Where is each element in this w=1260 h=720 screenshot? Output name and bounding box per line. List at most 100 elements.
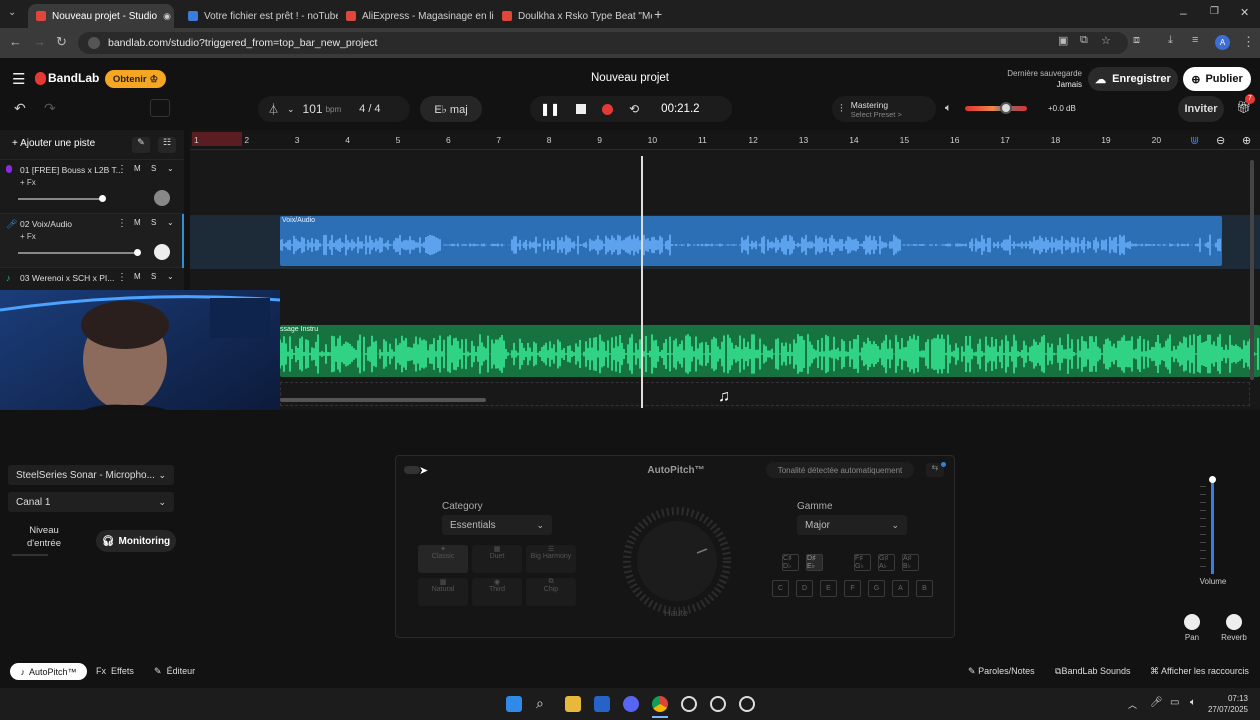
pan-knob[interactable] xyxy=(154,190,170,206)
screen-share-icon[interactable]: ▣ xyxy=(1058,34,1068,47)
invite-button[interactable]: Inviter xyxy=(1178,96,1224,122)
save-button[interactable]: ☁ Enregistrer xyxy=(1088,67,1178,91)
site-info-icon[interactable] xyxy=(88,37,100,49)
tab-effects[interactable]: Fx Effets xyxy=(96,666,134,676)
master-volume-slider[interactable] xyxy=(965,106,1027,111)
preset-natural[interactable]: ▩ Natural xyxy=(418,578,468,606)
bpm-value[interactable]: 101 xyxy=(303,102,323,116)
profile-avatar[interactable]: A xyxy=(1215,35,1230,50)
timeline-ruler[interactable]: 1 2 3 4 5 6 7 8 9 10 11 12 13 14 15 16 17 18 19 20 xyxy=(190,130,1260,150)
minimize-icon[interactable]: – xyxy=(1180,6,1187,20)
chevron-up-icon[interactable]: ︿ xyxy=(1128,698,1137,711)
note-button[interactable]: A xyxy=(892,580,909,597)
solo-button[interactable]: S xyxy=(151,164,156,173)
stop-icon[interactable] xyxy=(576,104,587,114)
note-button[interactable]: F♯ G♭ xyxy=(854,554,871,571)
cast-icon[interactable]: ⧉ xyxy=(1080,34,1088,47)
bar-number[interactable]: 2 xyxy=(244,135,249,145)
vertical-scrollbar[interactable] xyxy=(1250,160,1254,380)
bar-number[interactable]: 3 xyxy=(295,135,300,145)
arrangement-view[interactable]: 1 2 3 4 5 6 7 8 9 10 11 12 13 14 15 16 17 18 19 20 ⋓ ⊖ ⊕ Vo… xyxy=(190,130,1260,410)
mute-button[interactable]: M xyxy=(134,218,141,227)
publish-button[interactable]: ⊕ Publier xyxy=(1183,67,1251,91)
input-device-select[interactable]: SteelSeries Sonar - Micropho... ⌄ xyxy=(8,465,174,485)
bookmark-star-icon[interactable]: ☆ xyxy=(1101,34,1111,47)
track-volume-slider[interactable] xyxy=(18,252,138,254)
sounds-button[interactable]: ⧉BandLab Sounds xyxy=(1055,666,1131,677)
bar-number[interactable]: 8 xyxy=(547,135,552,145)
preset-third[interactable]: ◉ Third xyxy=(472,578,522,606)
settings-icon[interactable] xyxy=(739,696,755,712)
tab-aliexpress[interactable]: AliExpress - Magasinage en lign ✕ xyxy=(338,4,494,28)
zoom-in-icon[interactable]: ⊕ xyxy=(1242,134,1251,147)
add-fx-button[interactable]: + Fx xyxy=(20,232,36,241)
chevron-down-icon[interactable]: ⌄ xyxy=(167,164,174,173)
record-panel-icon[interactable] xyxy=(150,99,170,117)
zoom-out-icon[interactable]: ⊖ xyxy=(1216,134,1225,147)
note-button[interactable]: D♯ E♭ xyxy=(806,554,823,571)
note-button[interactable]: D xyxy=(796,580,813,597)
vocal-clip[interactable]: Voix/Audio xyxy=(280,216,1222,266)
pan-knob[interactable] xyxy=(1184,614,1200,630)
lyrics-button[interactable]: ✎ Paroles/Notes xyxy=(968,666,1035,677)
maximize-icon[interactable]: ❐ xyxy=(1210,6,1219,17)
time-signature[interactable]: 4 / 4 xyxy=(359,103,380,115)
channel-select[interactable]: Canal 1 ⌄ xyxy=(8,492,174,512)
snap-magnet-icon[interactable]: ⋓ xyxy=(1190,134,1199,147)
slider-handle[interactable] xyxy=(134,249,141,256)
chrome-icon[interactable] xyxy=(652,696,668,712)
horizontal-scrollbar[interactable] xyxy=(280,398,486,402)
add-music-icon[interactable]: ♫ xyxy=(718,388,730,406)
amount-knob[interactable] xyxy=(622,506,732,616)
reverb-knob[interactable] xyxy=(1226,614,1242,630)
volume-fader[interactable] xyxy=(1196,476,1230,576)
media-icon[interactable]: ≡ xyxy=(1192,34,1198,46)
preset-classic[interactable]: ✦ Classic xyxy=(418,545,468,573)
playhead[interactable] xyxy=(641,156,643,408)
extensions-icon[interactable]: ⧈ xyxy=(1133,34,1140,47)
track-row[interactable]: 🎤︎ 02 Voix/Audio + Fx ⋮ M S ⌄ xyxy=(0,214,184,268)
note-button[interactable]: A♯ B♭ xyxy=(902,554,919,571)
note-button[interactable]: C♯ D♭ xyxy=(782,554,799,571)
bar-number[interactable]: 20 xyxy=(1152,135,1161,145)
note-button[interactable]: G xyxy=(868,580,885,597)
track-options-icon[interactable]: ⋮ xyxy=(117,164,127,175)
pen-icon[interactable]: ✎ xyxy=(132,137,150,153)
speaker-icon[interactable]: 🔈︎ xyxy=(945,102,952,115)
reload-icon[interactable]: ↻ xyxy=(56,34,67,50)
mute-button[interactable]: M xyxy=(134,164,141,173)
preset-chip[interactable]: ⧉ Chip xyxy=(526,578,576,606)
get-membership-button[interactable]: Obtenir ♔ xyxy=(105,70,166,88)
chevron-down-icon[interactable]: ⌄ xyxy=(287,104,295,115)
bar-number[interactable]: 18 xyxy=(1051,135,1060,145)
bar-number[interactable]: 14 xyxy=(849,135,858,145)
volume-icon[interactable]: 🔈︎ xyxy=(1190,697,1196,708)
search-icon[interactable]: ⌕ xyxy=(536,695,552,711)
note-button[interactable]: E xyxy=(820,580,837,597)
slider-handle[interactable] xyxy=(99,195,106,202)
shortcuts-button[interactable]: ⌘ Afficher les raccourcis xyxy=(1150,666,1249,677)
volume-knob-handle[interactable] xyxy=(1000,102,1012,114)
add-track-button[interactable]: + Ajouter une piste xyxy=(12,138,95,149)
key-selector[interactable]: E♭ maj xyxy=(420,96,482,122)
download-icon[interactable]: ⤓ xyxy=(1168,34,1173,47)
network-icon[interactable]: ▭ xyxy=(1170,697,1179,708)
auto-key-badge[interactable]: Tonalité détectée automatiquement xyxy=(766,462,914,478)
note-button[interactable]: C xyxy=(772,580,789,597)
steelseries-icon[interactable] xyxy=(681,696,697,712)
bar-number[interactable]: 6 xyxy=(446,135,451,145)
discord-icon[interactable] xyxy=(623,696,639,712)
instru-clip[interactable]: ssage Instru xyxy=(280,325,1260,377)
note-button[interactable]: F xyxy=(844,580,861,597)
tab-studio[interactable]: Nouveau projet - Studio ◉ ✕ xyxy=(28,4,174,28)
track-volume-slider[interactable] xyxy=(18,198,102,200)
menu-kebab-icon[interactable]: ⋮ xyxy=(1242,34,1255,50)
app-icon[interactable] xyxy=(710,696,726,712)
bar-number[interactable]: 12 xyxy=(748,135,757,145)
bar-number[interactable]: 15 xyxy=(900,135,909,145)
record-icon[interactable] xyxy=(602,103,614,115)
track-options-icon[interactable]: ⋮ xyxy=(117,272,127,283)
bar-number[interactable]: 17 xyxy=(1000,135,1009,145)
bar-number[interactable]: 7 xyxy=(496,135,501,145)
monitoring-button[interactable]: 🎧︎ Monitoring xyxy=(96,530,176,552)
